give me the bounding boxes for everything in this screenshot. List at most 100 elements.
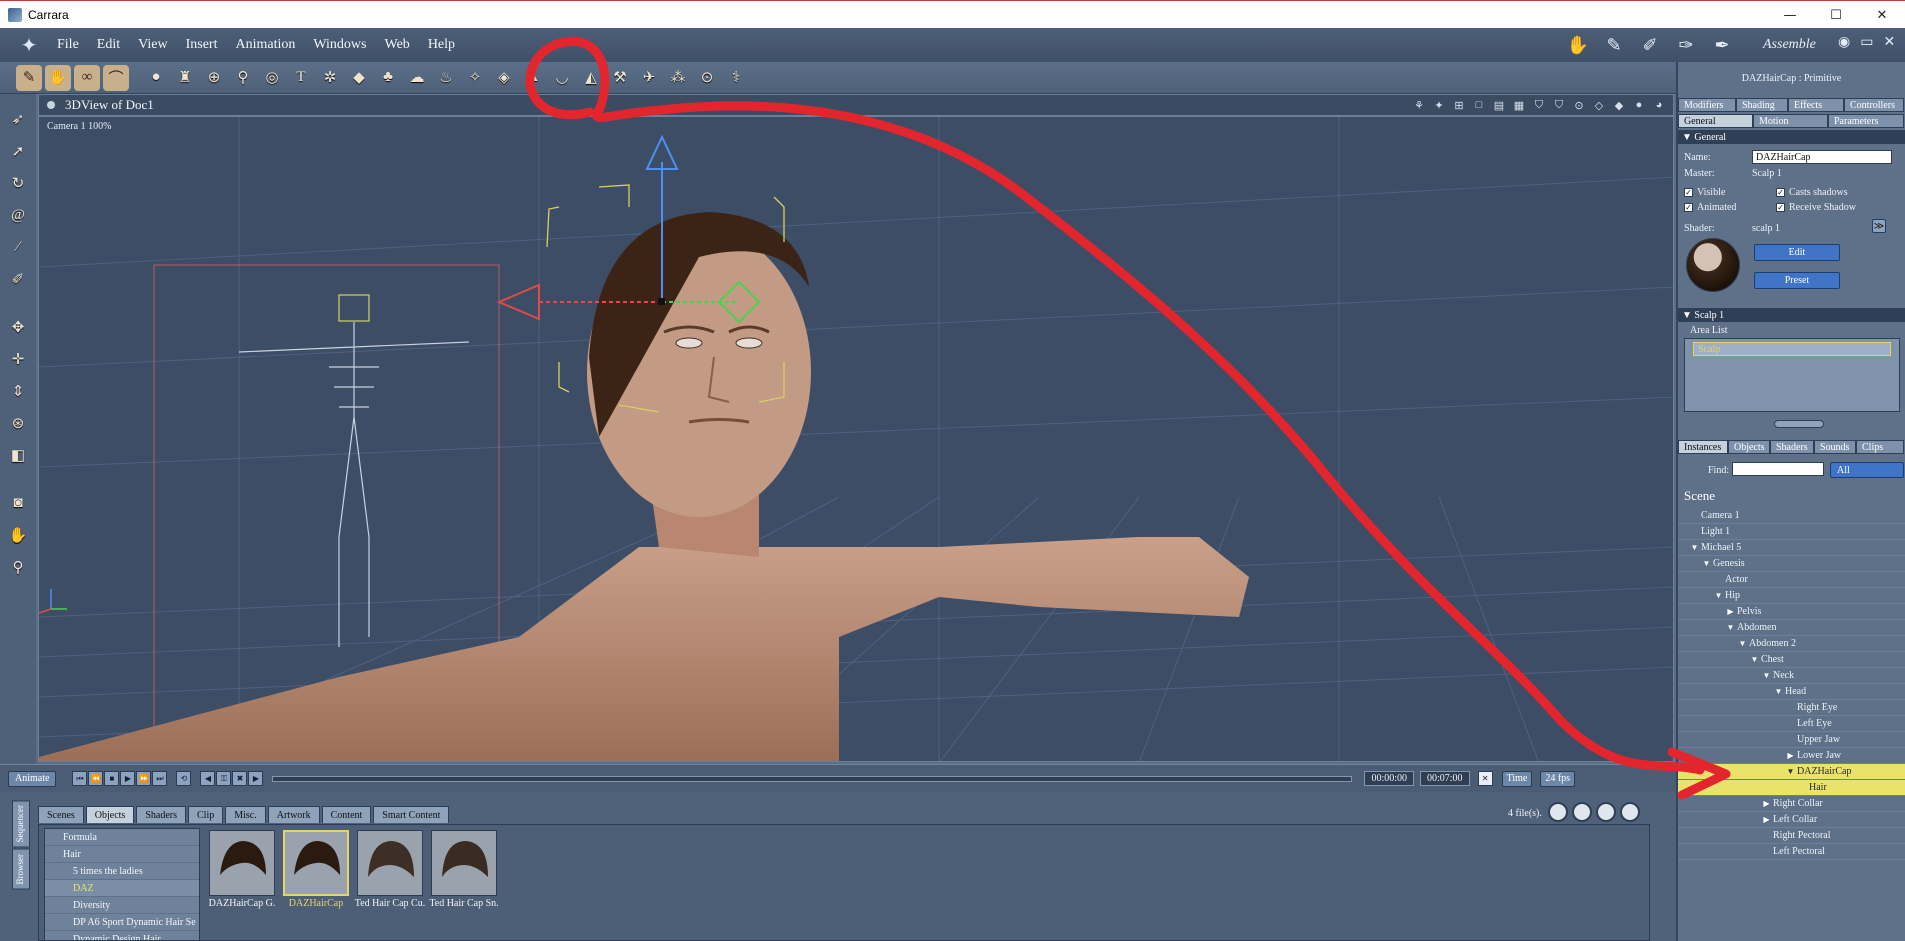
- tree-node[interactable]: Camera 1: [1678, 508, 1905, 524]
- knife-icon[interactable]: ⁄: [5, 234, 31, 260]
- menu-view[interactable]: View: [129, 37, 176, 53]
- next-key-icon[interactable]: ▶: [248, 771, 264, 786]
- menu-animation[interactable]: Animation: [227, 37, 305, 53]
- collapsed-arrow-icon[interactable]: ▶: [1762, 799, 1771, 808]
- expanded-arrow-icon[interactable]: ▼: [1786, 767, 1795, 776]
- category-item-selected[interactable]: DAZ: [45, 880, 199, 897]
- tree-icon[interactable]: ♣: [375, 65, 401, 91]
- pointer-icon[interactable]: ➚: [5, 138, 31, 164]
- expanded-arrow-icon[interactable]: ▼: [1726, 623, 1735, 632]
- area-list-item[interactable]: Scalp: [1693, 342, 1891, 356]
- tree-node[interactable]: ▼ Genesis: [1678, 556, 1905, 572]
- tree-node[interactable]: ▶ Lower Jaw: [1678, 748, 1905, 764]
- tab-misc[interactable]: Misc.: [225, 806, 266, 823]
- delete-key-icon[interactable]: ✖: [232, 771, 248, 786]
- panel-splitter[interactable]: [1774, 420, 1824, 428]
- loop-icon[interactable]: ⟲: [176, 771, 192, 786]
- tab-objects[interactable]: Objects: [1728, 440, 1770, 454]
- move-icon[interactable]: ✥: [5, 314, 31, 340]
- expanded-arrow-icon[interactable]: ▼: [1774, 687, 1783, 696]
- tree-node[interactable]: Upper Jaw: [1678, 732, 1905, 748]
- tab-sounds[interactable]: Sounds: [1814, 440, 1856, 454]
- terrain-icon[interactable]: ◭: [578, 65, 604, 91]
- tab-shaders[interactable]: Shaders: [136, 806, 186, 823]
- thumbnail[interactable]: DAZHairCap G.: [208, 830, 276, 909]
- tree-node[interactable]: ▼ Hip: [1678, 588, 1905, 604]
- tree-node[interactable]: Hair: [1678, 780, 1905, 796]
- shader-preview[interactable]: [1686, 238, 1740, 292]
- filter-select[interactable]: All: [1830, 462, 1904, 478]
- tab-objects[interactable]: Objects: [85, 806, 135, 823]
- view-large-icon[interactable]: [1596, 802, 1616, 822]
- shader-dropdown-icon[interactable]: ≫: [1872, 219, 1886, 233]
- menu-windows[interactable]: Windows: [304, 37, 375, 53]
- sequencer-tab[interactable]: Sequencer: [12, 800, 30, 848]
- text-icon[interactable]: T: [288, 65, 314, 91]
- torus-icon[interactable]: ◎: [259, 65, 285, 91]
- maximize-button[interactable]: ☐: [1813, 1, 1859, 29]
- globe-icon[interactable]: ⊕: [201, 65, 227, 91]
- time-mode-select[interactable]: Time: [1501, 770, 1533, 787]
- paint-icon[interactable]: ✐: [5, 266, 31, 292]
- menu-insert[interactable]: Insert: [177, 37, 227, 53]
- minimize-button[interactable]: —: [1767, 1, 1813, 29]
- tab-artwork[interactable]: Artwork: [267, 806, 320, 823]
- spiral-icon[interactable]: @: [5, 202, 31, 228]
- tree-node[interactable]: ▶ Left Collar: [1678, 812, 1905, 828]
- tree-node[interactable]: Light 1: [1678, 524, 1905, 540]
- close-button[interactable]: ✕: [1859, 1, 1905, 29]
- carrara-logo-icon[interactable]: ✦: [16, 33, 42, 57]
- cloud-icon[interactable]: ☁: [404, 65, 430, 91]
- lathe-icon[interactable]: ♜: [172, 65, 198, 91]
- select-arrow-icon[interactable]: ➶: [5, 106, 31, 132]
- tab-motion[interactable]: Motion: [1753, 114, 1828, 128]
- tab-parameters[interactable]: Parameters: [1828, 114, 1904, 128]
- box-icon[interactable]: ◧: [5, 442, 31, 468]
- browser-settings-icon[interactable]: [1620, 802, 1640, 822]
- animate-button[interactable]: Animate: [8, 770, 57, 787]
- gear-icon[interactable]: ✲: [317, 65, 343, 91]
- plane-icon[interactable]: ◆: [346, 65, 372, 91]
- find-input[interactable]: [1732, 462, 1824, 476]
- tab-modifiers[interactable]: Modifiers: [1678, 98, 1736, 112]
- tree-node[interactable]: ▼ Neck: [1678, 668, 1905, 684]
- rewind-icon[interactable]: ⏪: [88, 771, 104, 786]
- animated-checkbox[interactable]: ✓ Animated: [1684, 202, 1736, 213]
- target-icon[interactable]: ⊙: [694, 65, 720, 91]
- model-room-icon[interactable]: ✎: [1601, 34, 1627, 56]
- tree-node[interactable]: Right Pectoral: [1678, 828, 1905, 844]
- eye-icon[interactable]: ◉: [1838, 34, 1850, 51]
- split-view-icon[interactable]: ▤: [1491, 97, 1507, 113]
- fps-select[interactable]: 24 fps: [1540, 770, 1576, 787]
- tab-shading[interactable]: Shading: [1736, 98, 1788, 112]
- fire-icon[interactable]: ♨: [433, 65, 459, 91]
- shield-2-icon[interactable]: ⛉: [1551, 97, 1567, 113]
- menu-help[interactable]: Help: [419, 37, 464, 53]
- 3d-viewport[interactable]: Camera 1 100%: [38, 116, 1674, 762]
- assemble-room-icon[interactable]: ✋: [1565, 34, 1591, 56]
- timeline-scrubber[interactable]: [272, 775, 1353, 782]
- menu-web[interactable]: Web: [376, 37, 419, 53]
- sphere-render-icon[interactable]: ◕: [1651, 97, 1667, 113]
- tree-node[interactable]: ▼ Abdomen 2: [1678, 636, 1905, 652]
- tab-instances[interactable]: Instances: [1678, 440, 1728, 454]
- menu-file[interactable]: File: [48, 37, 88, 53]
- camera-icon[interactable]: ✈: [636, 65, 662, 91]
- view-small-icon[interactable]: [1548, 802, 1568, 822]
- tree-node[interactable]: ▼ Head: [1678, 684, 1905, 700]
- rotate-icon[interactable]: ↻: [5, 170, 31, 196]
- panel-close-icon[interactable]: ✕: [1883, 34, 1895, 51]
- play-icon[interactable]: ▶: [120, 771, 136, 786]
- prev-key-icon[interactable]: ◀: [200, 771, 216, 786]
- category-item[interactable]: Hair: [45, 846, 199, 863]
- thumbnail[interactable]: Ted Hair Cap Cu.: [355, 830, 425, 909]
- tab-clips[interactable]: Clips: [1856, 440, 1904, 454]
- tab-clip[interactable]: Clip: [188, 806, 224, 823]
- tree-node[interactable]: ▶ Pelvis: [1678, 604, 1905, 620]
- gizmo-icon[interactable]: ⊛: [5, 410, 31, 436]
- render-room-icon[interactable]: ✒: [1709, 34, 1735, 56]
- category-item[interactable]: 5 times the ladies: [45, 863, 199, 880]
- category-item[interactable]: Formula: [45, 829, 199, 846]
- camera-icon[interactable]: ◙: [5, 490, 31, 516]
- tree-node[interactable]: Left Pectoral: [1678, 844, 1905, 860]
